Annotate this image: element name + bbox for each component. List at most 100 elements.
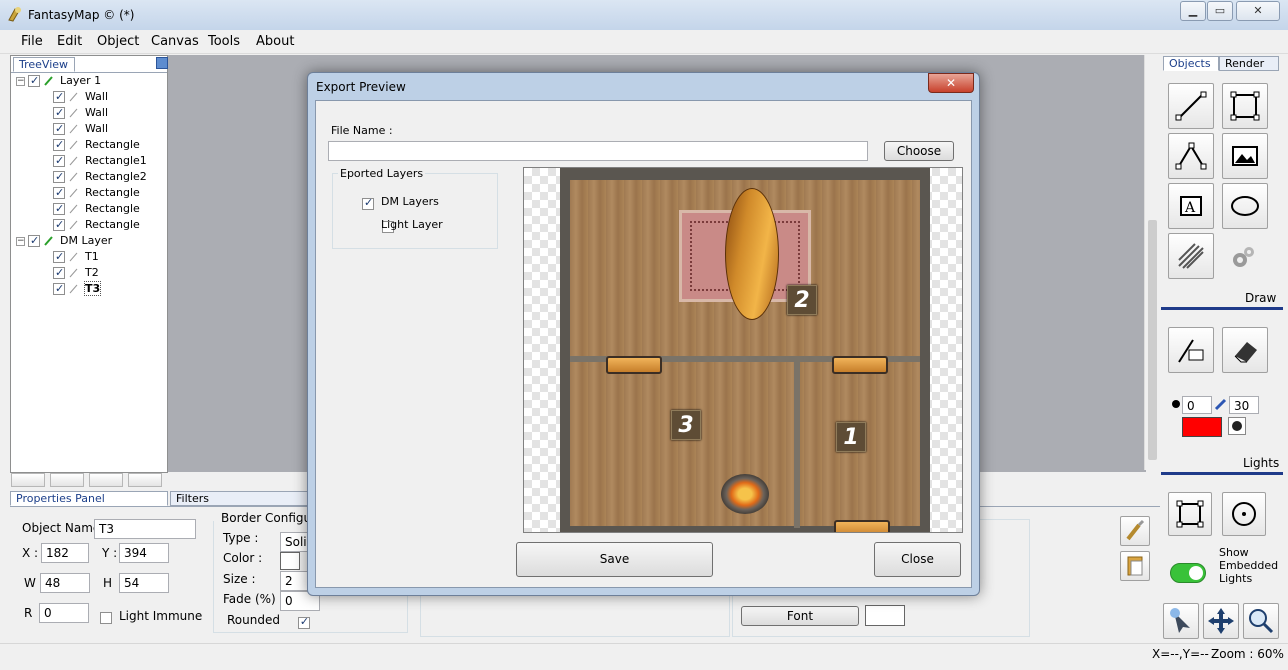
pin-icon[interactable] <box>156 57 168 69</box>
x-label: X : <box>22 546 39 560</box>
menu-object[interactable]: Object <box>97 34 139 49</box>
interior-wall <box>794 362 800 528</box>
tab-render[interactable]: Render <box>1219 56 1279 71</box>
object-name-field[interactable]: T3 <box>94 519 196 539</box>
file-name-input[interactable] <box>328 141 868 161</box>
maximize-button[interactable]: ▭ <box>1207 1 1233 21</box>
dialog-close-icon[interactable]: ✕ <box>928 73 974 93</box>
tree-item[interactable]: Wall <box>53 89 147 105</box>
item-checkbox[interactable] <box>53 249 65 265</box>
item-checkbox[interactable] <box>53 121 65 137</box>
paste-icon[interactable] <box>1120 551 1150 581</box>
tab-filters[interactable]: Filters <box>170 491 310 506</box>
item-checkbox[interactable] <box>53 265 65 281</box>
polygon-tool-icon[interactable] <box>1168 133 1214 179</box>
tree-item[interactable]: Wall <box>53 121 147 137</box>
y-field[interactable]: 394 <box>119 543 169 563</box>
item-checkbox[interactable] <box>53 201 65 217</box>
eraser-tool-icon[interactable] <box>1222 327 1268 373</box>
dialog-body: File Name : Choose Eported Layers DM Lay… <box>315 100 972 588</box>
pen-icon <box>44 236 53 246</box>
menu-about[interactable]: About <box>256 34 294 49</box>
tab-objects[interactable]: Objects <box>1163 56 1219 71</box>
choose-button[interactable]: Choose <box>884 141 954 161</box>
light-size-field[interactable]: 30 <box>1229 396 1259 414</box>
item-checkbox[interactable] <box>53 169 65 185</box>
rounded-checkbox[interactable] <box>297 615 310 629</box>
light-shape-button[interactable] <box>1228 417 1246 435</box>
border-color-swatch[interactable] <box>280 552 300 570</box>
menu-canvas[interactable]: Canvas <box>151 34 199 49</box>
item-checkbox[interactable] <box>53 105 65 121</box>
tree-item[interactable]: Rectangle <box>53 185 147 201</box>
collapse-icon[interactable]: − <box>16 236 25 246</box>
r-field[interactable]: 0 <box>39 603 89 623</box>
tree-item[interactable]: Rectangle <box>53 201 147 217</box>
brush-icon[interactable] <box>1120 516 1150 546</box>
light-dot-icon <box>1172 400 1180 408</box>
item-checkbox[interactable] <box>53 281 65 297</box>
close-button[interactable]: Close <box>874 542 961 577</box>
move-tool-icon[interactable] <box>1203 603 1239 639</box>
ellipse-tool-icon[interactable] <box>1222 183 1268 229</box>
pen-icon <box>69 268 78 278</box>
vertical-scrollbar[interactable] <box>1144 55 1159 470</box>
tree-item-label: Rectangle <box>85 186 140 199</box>
light-color-swatch[interactable] <box>1182 417 1222 437</box>
text-tool-icon[interactable]: A <box>1168 183 1214 229</box>
item-checkbox[interactable] <box>53 217 65 233</box>
tree-item[interactable]: Wall <box>53 105 147 121</box>
light-small-field[interactable]: 0 <box>1182 396 1212 414</box>
collapse-icon[interactable]: − <box>16 76 25 86</box>
select-pointer-icon[interactable] <box>1163 603 1199 639</box>
light-immune-checkbox[interactable] <box>100 611 112 624</box>
zoom-tool-icon[interactable] <box>1243 603 1279 639</box>
delete-layer-button[interactable] <box>50 473 84 487</box>
item-checkbox[interactable] <box>53 185 65 201</box>
show-embedded-lights-toggle[interactable] <box>1170 563 1206 583</box>
font-button[interactable]: Font <box>741 606 859 626</box>
tab-properties[interactable]: Properties Panel <box>10 491 168 506</box>
close-window-button[interactable]: ✕ <box>1236 1 1280 21</box>
minimize-button[interactable]: ▁ <box>1180 1 1206 21</box>
map-preview: 2 3 1 <box>523 167 963 533</box>
font-color-swatch[interactable] <box>865 605 905 626</box>
tree-item[interactable]: Rectangle <box>53 137 147 153</box>
texture-tool-icon[interactable] <box>1168 233 1214 279</box>
menu-file[interactable]: File <box>21 34 43 49</box>
tree-item[interactable]: T1 <box>53 249 147 265</box>
app-icon <box>7 6 23 22</box>
item-checkbox[interactable] <box>53 153 65 169</box>
circle-light-icon[interactable] <box>1222 492 1266 536</box>
save-button[interactable]: Save <box>516 542 713 577</box>
light-tool-icon[interactable] <box>1168 327 1214 373</box>
tree-layer-dm[interactable]: − DM Layer <box>16 233 147 249</box>
door <box>606 356 662 374</box>
gears-icon[interactable] <box>1228 243 1258 273</box>
tree-item-selected[interactable]: T3 <box>53 281 147 297</box>
menu-tools[interactable]: Tools <box>208 34 240 49</box>
layer-checkbox[interactable] <box>28 233 40 249</box>
tree-item[interactable]: T2 <box>53 265 147 281</box>
dm-layers-checkbox[interactable] <box>362 196 374 210</box>
select-area-icon[interactable] <box>1168 492 1212 536</box>
tree-layer-1[interactable]: − Layer 1 <box>16 73 147 89</box>
add-layer-button[interactable] <box>11 473 45 487</box>
tree-item[interactable]: Rectangle <box>53 217 147 233</box>
layer-checkbox[interactable] <box>28 73 40 89</box>
item-checkbox[interactable] <box>53 89 65 105</box>
image-tool-icon[interactable] <box>1222 133 1268 179</box>
line-tool-icon[interactable] <box>1168 83 1214 129</box>
move-up-button[interactable] <box>89 473 123 487</box>
item-checkbox[interactable] <box>53 137 65 153</box>
x-field[interactable]: 182 <box>41 543 89 563</box>
pen-icon <box>69 252 78 262</box>
tab-treeview[interactable]: TreeView <box>13 57 75 72</box>
rectangle-tool-icon[interactable] <box>1222 83 1268 129</box>
menu-edit[interactable]: Edit <box>57 34 82 49</box>
tree-item[interactable]: Rectangle2 <box>53 169 147 185</box>
move-down-button[interactable] <box>128 473 162 487</box>
h-field[interactable]: 54 <box>119 573 169 593</box>
w-field[interactable]: 48 <box>40 573 90 593</box>
tree-item[interactable]: Rectangle1 <box>53 153 147 169</box>
